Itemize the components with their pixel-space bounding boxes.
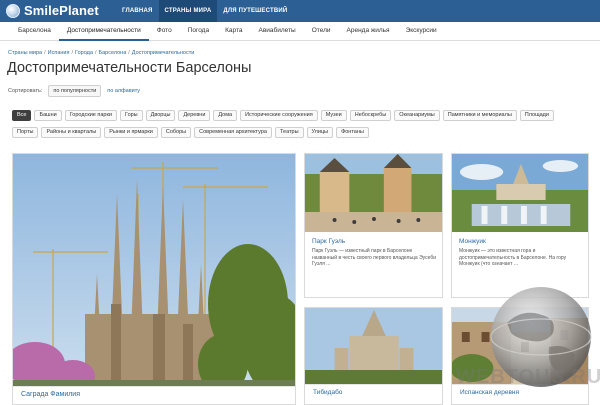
sort-label: Сортировать: bbox=[8, 88, 43, 94]
card-body: Парк Гуэль Парк Гуэль — известный парк в… bbox=[312, 234, 436, 268]
tab-hotels[interactable]: Отели bbox=[304, 22, 339, 41]
category-filters: Все Башни Городские парки Горы Дворцы Де… bbox=[12, 110, 592, 144]
filter-ports[interactable]: Порты bbox=[12, 127, 39, 138]
filter-row-2: Порты Районы и кварталы Рынки и ярмарки … bbox=[12, 127, 592, 138]
filter-villages[interactable]: Деревни bbox=[178, 110, 211, 121]
tab-sights[interactable]: Достопримечательности bbox=[58, 22, 149, 41]
tibidabo-photo bbox=[305, 308, 442, 384]
filter-markets[interactable]: Рынки и ярмарки bbox=[104, 127, 158, 138]
card-description: Монжуик — это известная гора и достоприм… bbox=[459, 248, 567, 267]
montjuic-photo bbox=[452, 154, 588, 232]
logo-text: SmilePlanet bbox=[24, 3, 99, 18]
filter-theaters[interactable]: Театры bbox=[274, 127, 304, 138]
filter-skyscrapers[interactable]: Небоскребы bbox=[349, 110, 392, 121]
filter-squares[interactable]: Площади bbox=[519, 110, 554, 121]
filter-cathedrals[interactable]: Соборы bbox=[160, 127, 192, 138]
filter-parks[interactable]: Городские парки bbox=[64, 110, 117, 121]
card-sagrada-familia[interactable]: Саграда Фамилия bbox=[12, 153, 296, 405]
filter-towers[interactable]: Башни bbox=[34, 110, 62, 121]
tab-flights[interactable]: Авиабилеты bbox=[251, 22, 304, 41]
park-guell-photo bbox=[305, 154, 442, 232]
breadcrumb-spain[interactable]: Испания bbox=[48, 50, 70, 56]
tab-map[interactable]: Карта bbox=[217, 22, 250, 41]
card-body: Монжуик Монжуик — это известная гора и д… bbox=[459, 234, 582, 268]
tab-weather[interactable]: Погода bbox=[180, 22, 217, 41]
filter-modern-architecture[interactable]: Современная архитектура bbox=[194, 127, 272, 138]
filter-monuments[interactable]: Памятники и мемориалы bbox=[442, 110, 517, 121]
filter-palaces[interactable]: Дворцы bbox=[145, 110, 176, 121]
sort-popularity-button[interactable]: по популярности bbox=[48, 85, 102, 97]
tab-photo[interactable]: Фото bbox=[149, 22, 180, 41]
top-header: SmilePlanet ГЛАВНАЯ СТРАНЫ МИРА ДЛЯ ПУТЕ… bbox=[0, 0, 600, 22]
card-description: Парк Гуэль — известный парк в Барселоне … bbox=[312, 248, 436, 267]
card-title[interactable]: Тибидабо bbox=[305, 384, 442, 404]
sort-alphabet-link[interactable]: по алфавиту bbox=[107, 88, 140, 94]
card-montjuic[interactable]: Монжуик Монжуик — это известная гора и д… bbox=[451, 153, 589, 298]
watermark-text: WEBTOUS.RU bbox=[456, 366, 600, 388]
page-title: Достопримечательности Барселоны bbox=[7, 60, 252, 76]
breadcrumb-sights[interactable]: Достопримечательности bbox=[132, 50, 195, 56]
card-tibidabo[interactable]: Тибидабо bbox=[304, 307, 443, 405]
tab-rentals[interactable]: Аренда жилья bbox=[339, 22, 398, 41]
card-title[interactable]: Монжуик bbox=[459, 238, 582, 245]
logo[interactable]: SmilePlanet bbox=[6, 3, 99, 18]
filter-mountains[interactable]: Горы bbox=[119, 110, 143, 121]
breadcrumb-countries[interactable]: Страны мира bbox=[8, 50, 42, 56]
nav-travel[interactable]: ДЛЯ ПУТЕШЕСТВИЙ bbox=[217, 0, 293, 22]
breadcrumb-cities[interactable]: Города bbox=[75, 50, 93, 56]
tab-barcelona[interactable]: Барселона bbox=[10, 22, 59, 41]
card-park-guell[interactable]: Парк Гуэль Парк Гуэль — известный парк в… bbox=[304, 153, 443, 298]
nav-home[interactable]: ГЛАВНАЯ bbox=[116, 0, 159, 22]
filter-fountains[interactable]: Фонтаны bbox=[336, 127, 369, 138]
globe-icon bbox=[6, 3, 20, 18]
sub-nav: Барселона Достопримечательности Фото Пог… bbox=[0, 22, 600, 41]
card-title[interactable]: Саграда Фамилия bbox=[13, 386, 295, 404]
sagrada-familia-photo bbox=[13, 154, 295, 404]
filter-historic[interactable]: Исторические сооружения bbox=[240, 110, 318, 121]
filter-streets[interactable]: Улицы bbox=[306, 127, 334, 138]
sort-bar: Сортировать: по популярности по алфавиту bbox=[8, 85, 140, 97]
breadcrumb-barcelona[interactable]: Барселона bbox=[98, 50, 126, 56]
filter-districts[interactable]: Районы и кварталы bbox=[41, 127, 102, 138]
nav-countries[interactable]: СТРАНЫ МИРА bbox=[158, 0, 218, 22]
main-nav: ГЛАВНАЯ СТРАНЫ МИРА ДЛЯ ПУТЕШЕСТВИЙ bbox=[116, 0, 293, 22]
filter-museums[interactable]: Музеи bbox=[320, 110, 347, 121]
filter-row-1: Все Башни Городские парки Горы Дворцы Де… bbox=[12, 110, 592, 121]
filter-all[interactable]: Все bbox=[12, 110, 32, 121]
filter-houses[interactable]: Дома bbox=[213, 110, 238, 121]
tab-excursions[interactable]: Экскурсии bbox=[398, 22, 445, 41]
card-title[interactable]: Парк Гуэль bbox=[312, 238, 436, 245]
breadcrumb: Страны мира / Испания / Города / Барселона /… bbox=[8, 50, 195, 56]
filter-aquariums[interactable]: Океанариумы bbox=[394, 110, 440, 121]
